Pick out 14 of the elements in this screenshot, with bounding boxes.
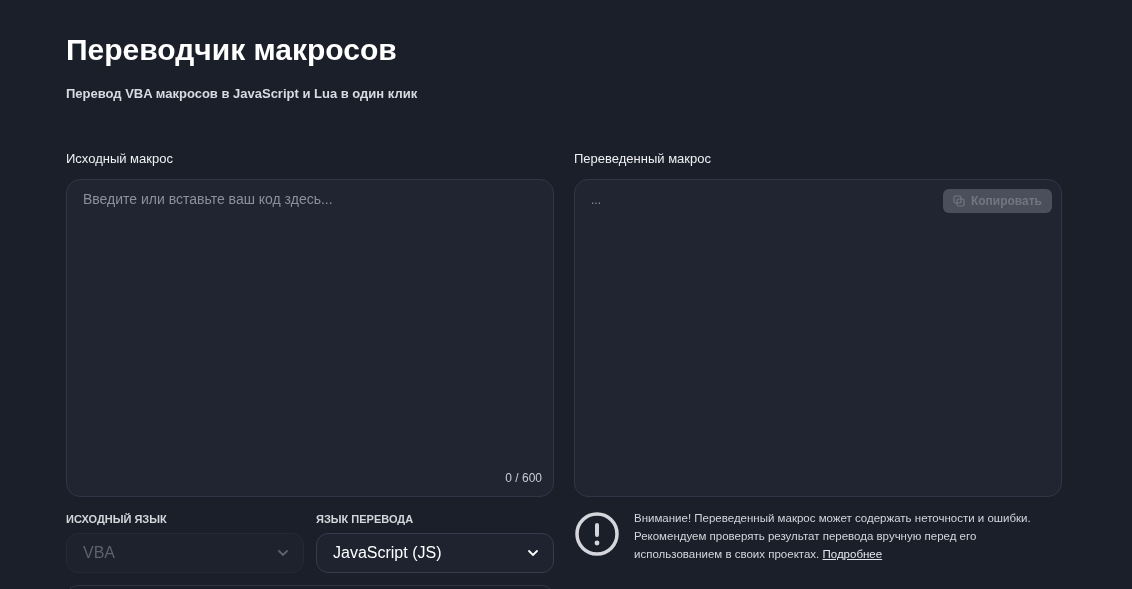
copy-icon: [952, 195, 965, 207]
select-label: ИСХОДНЫЙ ЯЗЫК: [66, 513, 167, 525]
warning-icon: [574, 511, 620, 557]
warning-text: Внимание! Переведенный макрос может содержать неточности и ошибки. Рекомендуем проверять результат перевода вручную перед его использованием в своих проектах. Подробнее: [634, 511, 1032, 562]
chevron-down-icon: [527, 549, 539, 557]
page-title: Переводчик макросов: [66, 32, 398, 68]
language-dropdown[interactable]: JavaScript (JS): [316, 533, 554, 573]
more-link[interactable]: Подробнее: [822, 548, 883, 560]
chevron-down-icon: [277, 549, 289, 557]
select-label: ЯЗЫК ПЕРЕВОДА: [316, 513, 414, 525]
page-subtitle: Перевод VBA макросов в JavaScript и Lua в один клик: [66, 86, 419, 101]
source-label: Исходный макрос: [66, 151, 173, 167]
source-input-field[interactable]: Введите или вставьте ваш код здесь... 0 / 600: [66, 179, 554, 497]
target-label: Переведенный макрос: [574, 151, 711, 167]
